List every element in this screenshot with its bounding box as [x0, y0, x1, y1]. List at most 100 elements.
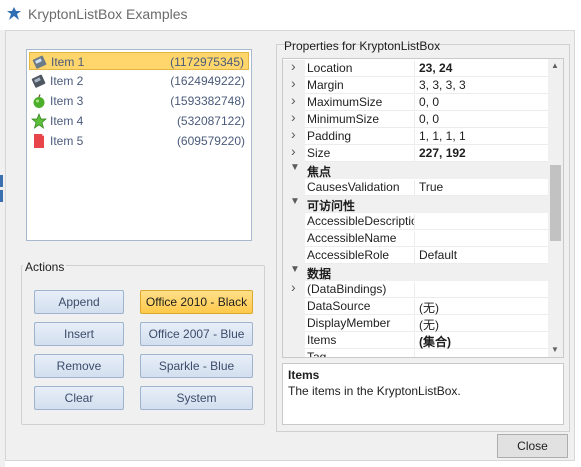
- list-item-label: Item 2: [50, 74, 84, 88]
- property-category-row[interactable]: ▼ 焦点: [283, 162, 549, 179]
- property-value[interactable]: (无): [419, 316, 439, 333]
- property-category-row[interactable]: ▼ 数据: [283, 264, 549, 281]
- expand-arrow-icon[interactable]: ›: [291, 75, 296, 91]
- property-name: AccessibleName: [307, 231, 415, 247]
- property-value[interactable]: 227, 192: [419, 146, 466, 160]
- expand-arrow-icon[interactable]: ›: [291, 143, 296, 159]
- property-value[interactable]: Default: [419, 248, 457, 262]
- collapse-arrow-icon[interactable]: ▼: [290, 264, 300, 275]
- property-name: AccessibleRole: [307, 248, 415, 264]
- property-name: Tag: [307, 350, 415, 357]
- expand-arrow-icon[interactable]: ›: [291, 109, 296, 125]
- clear-button[interactable]: Clear: [34, 386, 124, 410]
- list-item-label: Item 4: [50, 114, 84, 128]
- property-description-pane: Items The items in the KryptonListBox.: [282, 363, 564, 425]
- title-bar: KryptonListBox Examples: [0, 0, 581, 30]
- property-gutter: [283, 315, 305, 332]
- insert-button[interactable]: Insert: [34, 322, 124, 346]
- star-icon: [31, 113, 47, 129]
- theme-system-button[interactable]: System: [140, 386, 253, 410]
- scroll-up-icon[interactable]: ▲: [551, 61, 559, 70]
- property-name: MinimumSize: [307, 112, 415, 128]
- list-item-label: Item 1: [51, 55, 85, 69]
- expand-arrow-icon[interactable]: ›: [291, 279, 296, 295]
- property-name: DisplayMember: [307, 316, 415, 332]
- list-item-value: (532087122): [176, 114, 245, 128]
- list-item[interactable]: Item 1 (1172975345): [29, 52, 249, 70]
- property-row[interactable]: › MinimumSize 0, 0: [283, 109, 549, 128]
- list-item-value: (609579220): [176, 134, 245, 148]
- scrollbar-thumb[interactable]: [550, 165, 561, 241]
- property-row[interactable]: › (DataBindings): [283, 279, 549, 298]
- theme-office-2010-black-button[interactable]: Office 2010 - Black: [140, 290, 253, 314]
- property-row[interactable]: Tag: [283, 349, 549, 357]
- property-gutter: [283, 213, 305, 230]
- property-grid-scrollbar[interactable]: ▲ ▼: [548, 59, 563, 357]
- actions-group-label: Actions: [23, 260, 67, 274]
- close-button[interactable]: Close: [497, 434, 568, 458]
- property-row[interactable]: › MaximumSize 0, 0: [283, 92, 549, 111]
- property-value[interactable]: 0, 0: [419, 95, 439, 109]
- property-gutter: [283, 332, 305, 349]
- property-gutter: [283, 298, 305, 315]
- expand-arrow-icon[interactable]: ›: [291, 92, 296, 108]
- property-value[interactable]: (无): [419, 299, 439, 316]
- property-name: Size: [307, 146, 415, 162]
- property-value[interactable]: True: [419, 180, 443, 194]
- property-value[interactable]: 0, 0: [419, 112, 439, 126]
- property-row[interactable]: › Size 227, 192: [283, 143, 549, 162]
- property-grid[interactable]: › Location 23, 24 › Margin 3, 3, 3, 3 › Maximum…: [282, 58, 564, 358]
- property-row[interactable]: AccessibleRole Default: [283, 247, 549, 264]
- theme-office-2007-blue-button[interactable]: Office 2007 - Blue: [140, 322, 253, 346]
- list-item[interactable]: Item 4 (532087122): [29, 112, 249, 130]
- property-row[interactable]: AccessibleDescription: [283, 213, 549, 230]
- property-row[interactable]: DisplayMember (无): [283, 315, 549, 332]
- property-value[interactable]: 23, 24: [419, 61, 452, 75]
- list-item[interactable]: Item 2 (1624949222): [29, 72, 249, 90]
- property-row[interactable]: Items (集合): [283, 332, 549, 349]
- mobile-phone-icon: [31, 74, 46, 88]
- document-icon: [34, 134, 44, 148]
- property-name: Padding: [307, 129, 415, 145]
- list-item-label: Item 3: [50, 94, 84, 108]
- property-category-label: 可访问性: [307, 199, 356, 213]
- property-row[interactable]: AccessibleName: [283, 230, 549, 247]
- collapse-arrow-icon[interactable]: ▼: [290, 162, 300, 173]
- property-category-label: 数据: [307, 267, 332, 281]
- property-name: DataSource: [307, 299, 415, 315]
- property-row[interactable]: › Location 23, 24: [283, 59, 549, 77]
- property-value[interactable]: 1, 1, 1, 1: [419, 129, 466, 143]
- collapse-arrow-icon[interactable]: ▼: [290, 196, 300, 207]
- property-value[interactable]: 3, 3, 3, 3: [419, 78, 466, 92]
- mobile-phone-icon: [32, 55, 47, 69]
- description-text: The items in the KryptonListBox.: [288, 384, 461, 398]
- list-item-label: Item 5: [50, 134, 84, 148]
- property-row[interactable]: › Padding 1, 1, 1, 1: [283, 126, 549, 145]
- property-row[interactable]: CausesValidation True: [283, 179, 549, 196]
- list-item-value: (1593382748): [170, 94, 245, 108]
- property-gutter: [283, 230, 305, 247]
- property-row[interactable]: DataSource (无): [283, 298, 549, 315]
- property-name: (DataBindings): [307, 282, 415, 298]
- property-name: Items: [307, 333, 415, 349]
- theme-sparkle-blue-button[interactable]: Sparkle - Blue: [140, 354, 253, 378]
- list-item-value: (1624949222): [170, 74, 245, 88]
- list-item[interactable]: Item 5 (609579220): [29, 132, 249, 150]
- description-title: Items: [288, 368, 320, 382]
- property-gutter: [283, 247, 305, 264]
- property-row[interactable]: › Margin 3, 3, 3, 3: [283, 75, 549, 94]
- remove-button[interactable]: Remove: [34, 354, 124, 378]
- scroll-down-icon[interactable]: ▼: [551, 345, 559, 354]
- expand-arrow-icon[interactable]: ›: [291, 59, 296, 74]
- expand-arrow-icon[interactable]: ›: [291, 126, 296, 142]
- list-item[interactable]: Item 3 (1593382748): [29, 92, 249, 110]
- apple-icon: [33, 94, 45, 108]
- property-value[interactable]: (集合): [419, 333, 451, 350]
- properties-label: Properties for KryptonListBox: [284, 39, 441, 53]
- property-gutter: [283, 179, 305, 196]
- property-name: AccessibleDescription: [307, 214, 415, 230]
- append-button[interactable]: Append: [34, 290, 124, 314]
- list-item-value: (1172975345): [170, 55, 244, 69]
- krypton-listbox[interactable]: Item 1 (1172975345) Item 2 (1624949222) …: [26, 49, 252, 241]
- property-category-row[interactable]: ▼ 可访问性: [283, 196, 549, 213]
